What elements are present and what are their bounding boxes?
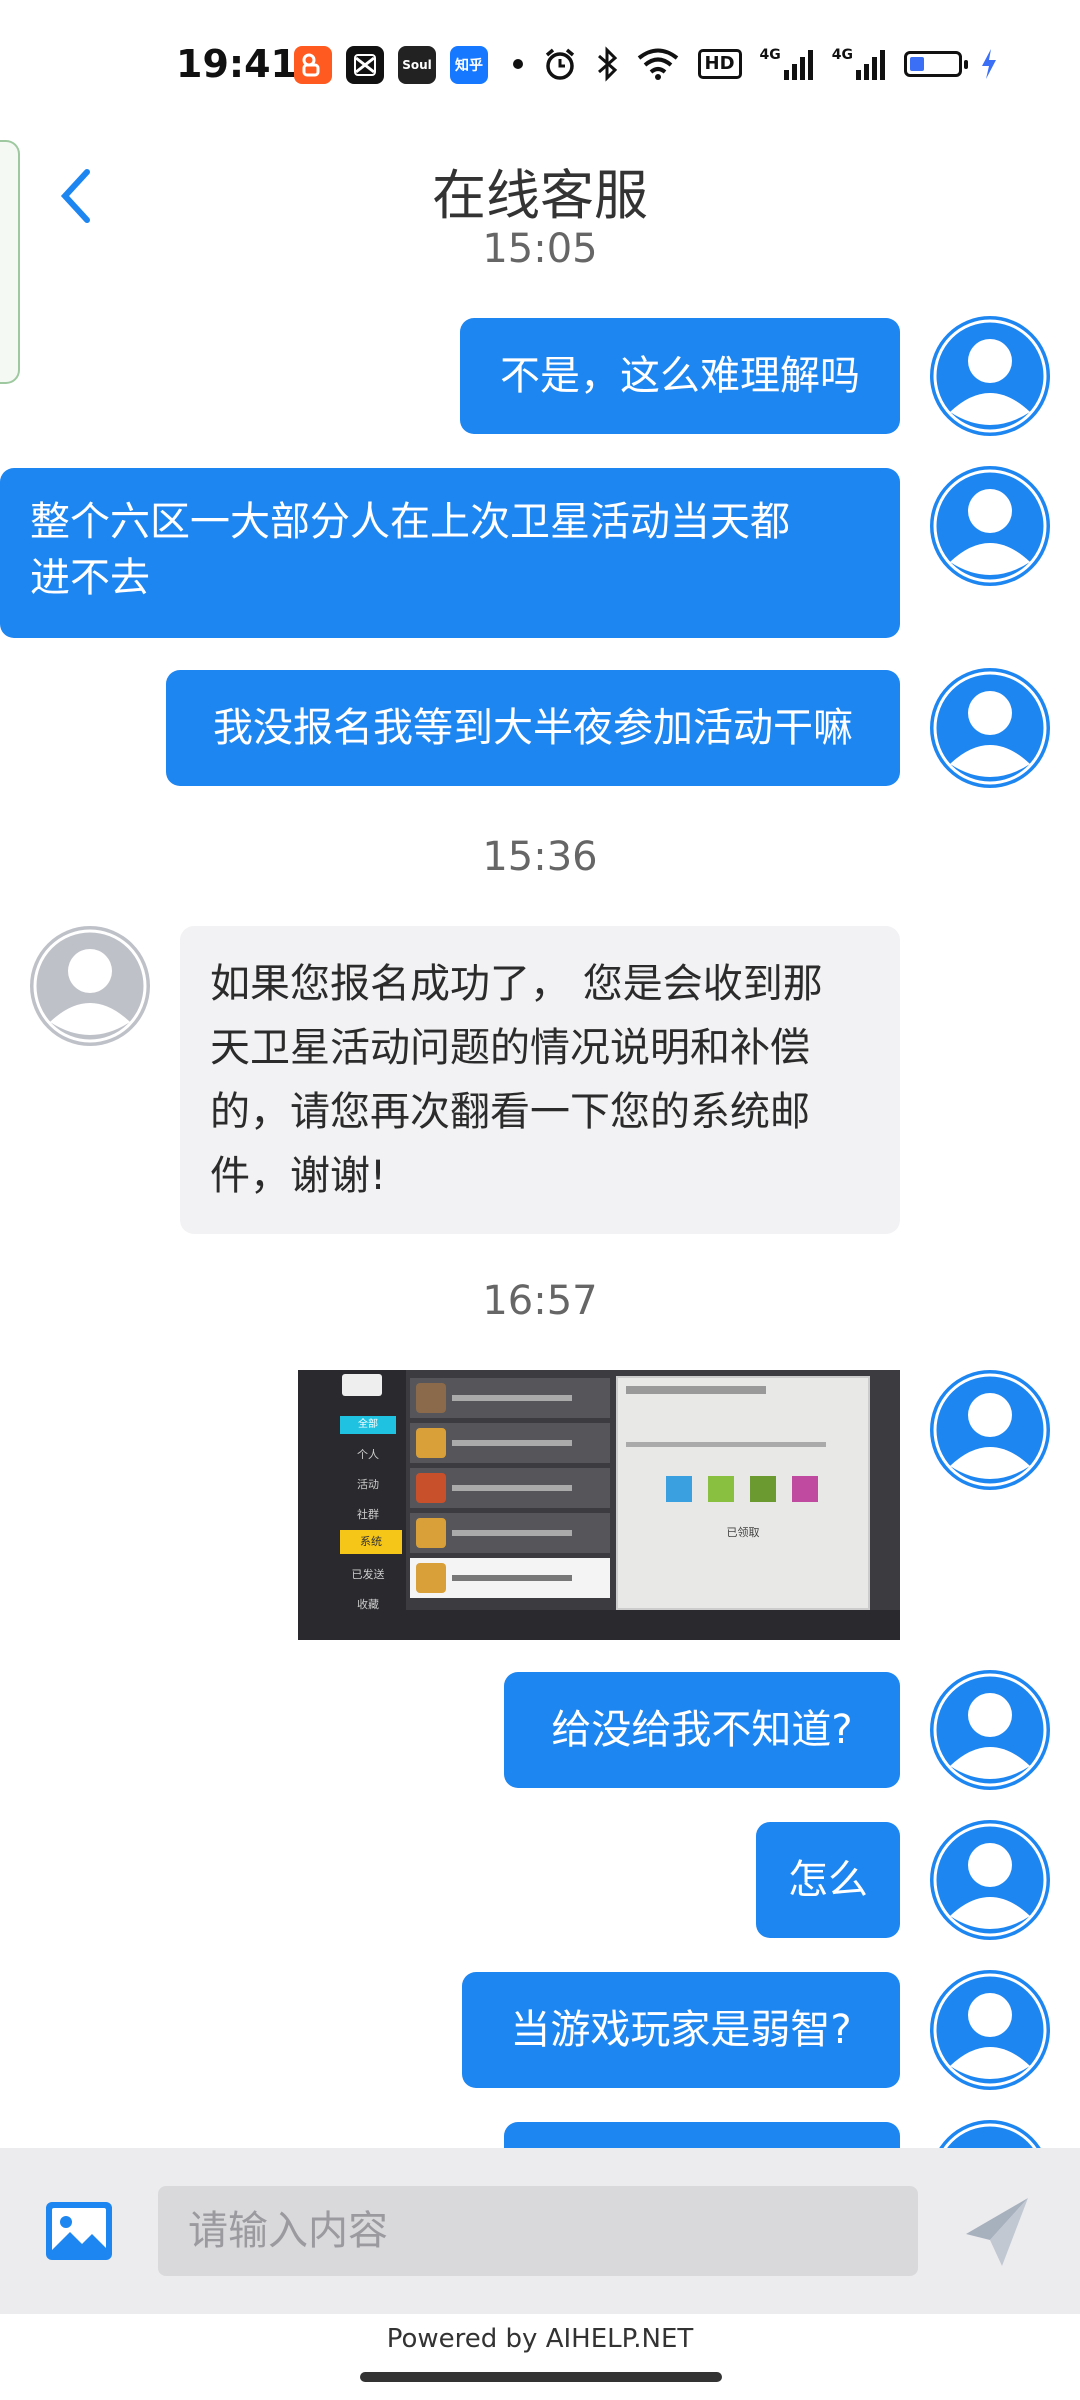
message-input-bar bbox=[0, 2148, 1080, 2314]
send-icon bbox=[966, 2198, 1028, 2266]
alarm-icon bbox=[542, 44, 578, 84]
status-bar: 19:41 Soul 知乎 HD 4G 4G bbox=[0, 0, 1080, 136]
agent-avatar[interactable] bbox=[30, 926, 150, 1046]
timestamp: 15:05 bbox=[482, 226, 598, 272]
image-picker-button[interactable] bbox=[44, 2200, 114, 2262]
user-message-bubble bbox=[504, 2122, 900, 2150]
mail-list bbox=[410, 1378, 610, 1602]
mail-menu: 全部 个人 活动 社群 系统 已发送 收藏 bbox=[298, 1370, 406, 1640]
capcut-icon bbox=[346, 46, 384, 84]
user-message-bubble: 不是，这么难理解吗 bbox=[460, 318, 900, 434]
image-icon bbox=[46, 2202, 112, 2260]
kuaishou-icon bbox=[294, 46, 332, 84]
user-avatar[interactable] bbox=[930, 1820, 1050, 1940]
user-message-bubble: 当游戏玩家是弱智? bbox=[462, 1972, 900, 2088]
signal-4g-icon-2: 4G bbox=[832, 44, 886, 84]
user-avatar[interactable] bbox=[930, 1970, 1050, 2090]
back-arrow-icon bbox=[342, 1374, 382, 1396]
chat-message-list[interactable]: 15:05 不是，这么难理解吗 整个六区一大部分人在上次卫星活动当天都 进不去 … bbox=[0, 220, 1080, 2150]
dot-icon bbox=[512, 44, 524, 84]
timestamp: 15:36 bbox=[482, 834, 598, 880]
notification-app-icons: Soul 知乎 bbox=[294, 46, 488, 84]
timestamp: 16:57 bbox=[482, 1278, 598, 1324]
user-message-bubble: 我没报名我等到大半夜参加活动干嘛 bbox=[166, 670, 900, 786]
mail-bottom-bar bbox=[406, 1610, 900, 1640]
footer: Powered by AIHELP.NET bbox=[0, 2314, 1080, 2400]
image-message[interactable]: 全部 个人 活动 社群 系统 已发送 收藏 已领取 bbox=[298, 1370, 900, 1640]
status-time: 19:41 bbox=[176, 42, 297, 86]
user-avatar[interactable] bbox=[930, 1670, 1050, 1790]
user-avatar[interactable] bbox=[930, 2120, 1050, 2150]
send-button[interactable] bbox=[962, 2194, 1032, 2270]
user-avatar[interactable] bbox=[930, 316, 1050, 436]
user-avatar[interactable] bbox=[930, 668, 1050, 788]
powered-by-text: Powered by AIHELP.NET bbox=[386, 2324, 694, 2354]
user-message-bubble: 整个六区一大部分人在上次卫星活动当天都 进不去 bbox=[0, 468, 900, 638]
user-avatar[interactable] bbox=[930, 466, 1050, 586]
soul-icon: Soul bbox=[398, 46, 436, 84]
home-indicator[interactable] bbox=[360, 2372, 722, 2382]
chevron-left-icon bbox=[60, 169, 90, 223]
bluetooth-icon bbox=[596, 44, 618, 84]
system-status-icons: HD 4G 4G bbox=[512, 44, 998, 84]
wifi-icon bbox=[636, 44, 680, 84]
message-input[interactable] bbox=[158, 2186, 918, 2276]
battery-icon bbox=[904, 44, 968, 84]
user-avatar[interactable] bbox=[930, 1370, 1050, 1490]
mail-detail: 已领取 bbox=[616, 1376, 870, 1610]
signal-4g-icon: 4G bbox=[760, 44, 814, 84]
user-message-bubble: 怎么 bbox=[756, 1822, 900, 1938]
user-message-bubble: 给没给我不知道? bbox=[504, 1672, 900, 1788]
hd-icon: HD bbox=[697, 44, 742, 84]
zhihu-icon: 知乎 bbox=[450, 46, 488, 84]
agent-message-bubble: 如果您报名成功了， 您是会收到那 天卫星活动问题的情况说明和补偿 的，请您再次翻… bbox=[180, 926, 900, 1234]
charging-icon bbox=[980, 44, 998, 84]
